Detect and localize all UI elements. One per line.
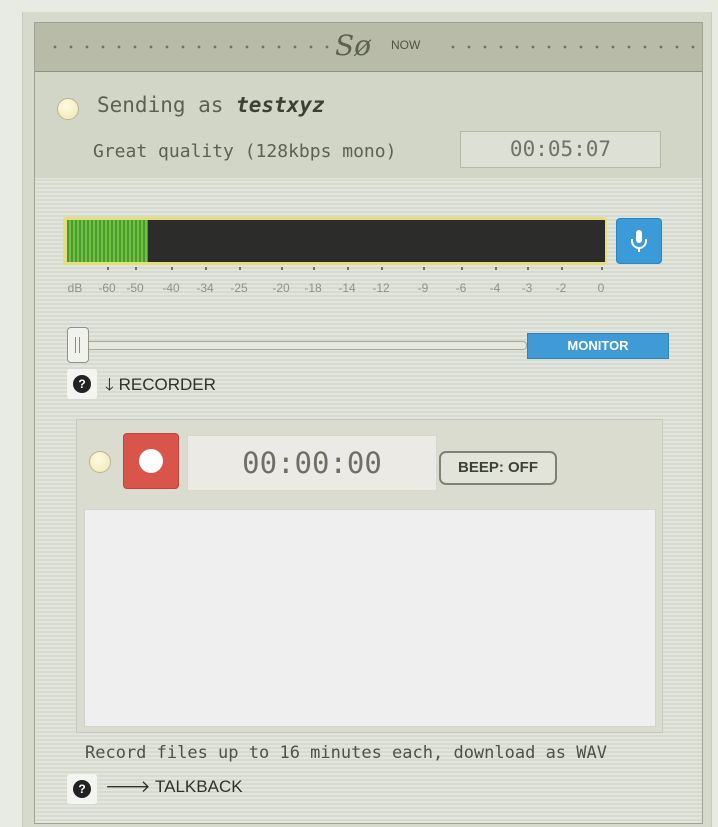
meter-scale-label: -4 (489, 281, 501, 295)
meter-scale-label: -50 (126, 281, 144, 295)
meter-scale-label: -6 (455, 281, 467, 295)
talkback-section-toggle[interactable]: 🡒 TALKBACK (105, 777, 243, 797)
meter-scale-label: -60 (98, 281, 116, 295)
sending-as-prefix: Sending as (97, 93, 224, 117)
monitor-button[interactable]: MONITOR (527, 333, 669, 359)
panel-header: Sø NOW (35, 23, 702, 72)
monitor-volume-handle[interactable] (67, 327, 89, 363)
meter-scale-tick (347, 267, 349, 270)
meter-scale-tick (461, 267, 463, 270)
microphone-icon (631, 230, 647, 252)
meter-scale-ticks (65, 267, 605, 277)
meter-scale-tick (239, 267, 241, 270)
broadcaster-panel: Sø NOW Sending as testxyz Great quality … (34, 22, 703, 824)
meter-scale-label: -34 (196, 281, 214, 295)
help-icon: ? (73, 780, 91, 798)
meter-scale-tick (423, 267, 425, 270)
record-button[interactable] (123, 433, 179, 489)
meter-scale-label: dB (67, 281, 83, 295)
meter-scale-labels: dB -60 -50 -40 -34 -25 -20 -18 -14 -12 -9 -6 -4 -3 -2 0 (65, 281, 605, 297)
sending-as-text: Sending as testxyz (97, 93, 325, 117)
audio-level-meter (63, 217, 607, 265)
meter-scale-tick (281, 267, 283, 270)
app-logo-subtitle: NOW (391, 38, 421, 52)
header-dots-right (445, 45, 695, 49)
arrow-down-icon: 🡓 (105, 375, 114, 394)
header-dots-left (47, 45, 335, 49)
monitor-volume-track[interactable] (71, 341, 527, 350)
recording-timer: 00:00:00 (187, 435, 437, 491)
meter-scale-label: -2 (555, 281, 567, 295)
help-icon: ? (73, 375, 91, 393)
meter-scale-label: -18 (304, 281, 322, 295)
meter-background (67, 220, 605, 262)
meter-scale-label: -3 (521, 281, 533, 295)
talkback-section-label: TALKBACK (155, 777, 243, 796)
talkback-help-button[interactable]: ? (67, 774, 97, 804)
microphone-button[interactable] (616, 218, 662, 264)
sending-status-indicator (57, 98, 79, 120)
meter-scale-tick (135, 267, 137, 270)
app-logo: Sø (335, 29, 372, 62)
recorder-section-label: RECORDER (118, 375, 216, 394)
meter-scale-tick (107, 267, 109, 270)
meter-scale-tick (495, 267, 497, 270)
meter-scale-label: -14 (338, 281, 356, 295)
recorder-status-indicator (89, 451, 111, 473)
meter-scale-label: -12 (372, 281, 390, 295)
meter-scale-tick (205, 267, 207, 270)
meter-scale-tick (601, 267, 603, 270)
arrow-right-icon: 🡒 (105, 777, 151, 796)
broadcast-elapsed-timer: 00:05:07 (460, 131, 661, 168)
meter-scale-label: -20 (272, 281, 290, 295)
meter-scale-tick (313, 267, 315, 270)
record-icon (139, 449, 163, 473)
recorder-section-toggle[interactable]: 🡓 RECORDER (105, 372, 216, 401)
meter-scale-tick (381, 267, 383, 270)
meter-scale-label: -40 (162, 281, 180, 295)
recordings-list[interactable] (84, 509, 656, 727)
meter-scale-tick (527, 267, 529, 270)
meter-scale-label: 0 (597, 281, 605, 295)
meter-scale-label: -25 (230, 281, 248, 295)
stream-quality-text: Great quality (128kbps mono) (93, 141, 397, 162)
sending-username: testxyz (236, 93, 325, 117)
recorder-note: Record files up to 16 minutes each, down… (85, 743, 607, 763)
recorder-help-button[interactable]: ? (67, 369, 97, 399)
meter-scale-tick (171, 267, 173, 270)
meter-scale-tick (561, 267, 563, 270)
meter-scale-label: -9 (417, 281, 429, 295)
meter-level-fill (67, 220, 148, 262)
beep-toggle-button[interactable]: BEEP: OFF (439, 451, 557, 485)
